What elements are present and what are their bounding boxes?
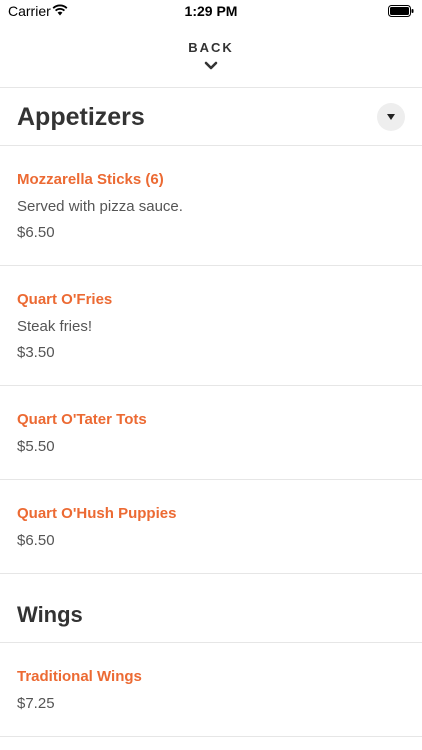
item-description: Served with pizza sauce. (17, 198, 183, 215)
section-title: Appetizers (17, 103, 145, 131)
section-header-wings: Wings (0, 574, 422, 643)
clock: 1:29 PM (184, 3, 238, 19)
chevron-down-icon (204, 61, 218, 70)
item-price: $6.50 (17, 532, 55, 549)
status-bar: Carrier 1:29 PM (0, 0, 422, 22)
back-label: BACK (188, 40, 234, 55)
item-name: Traditional Wings (17, 668, 142, 685)
menu-item[interactable]: Traditional Wings $7.25 (0, 643, 422, 737)
item-price: $6.50 (17, 224, 55, 241)
item-price: $3.50 (17, 344, 55, 361)
item-name: Quart O'Hush Puppies (17, 505, 177, 522)
back-button[interactable]: BACK (160, 34, 262, 78)
item-description: Steak fries! (17, 318, 93, 335)
item-name: Quart O'Fries (17, 291, 113, 308)
item-price: $7.25 (17, 695, 55, 712)
item-name: Quart O'Tater Tots (17, 411, 147, 428)
battery-icon (388, 5, 414, 17)
collapse-button[interactable] (377, 103, 405, 131)
item-price: $5.50 (17, 438, 55, 455)
section-header-appetizers: Appetizers (0, 89, 422, 146)
triangle-down-icon (387, 114, 395, 120)
menu-item[interactable]: Mozzarella Sticks (6) Served with pizza … (0, 146, 422, 266)
menu-item[interactable]: Quart O'Fries Steak fries! $3.50 (0, 266, 422, 386)
item-name: Mozzarella Sticks (6) (17, 171, 164, 188)
back-bar: BACK (0, 22, 422, 88)
menu-item[interactable]: Quart O'Hush Puppies $6.50 (0, 480, 422, 574)
section-title: Wings (17, 602, 83, 627)
menu-item[interactable]: Quart O'Tater Tots $5.50 (0, 386, 422, 480)
